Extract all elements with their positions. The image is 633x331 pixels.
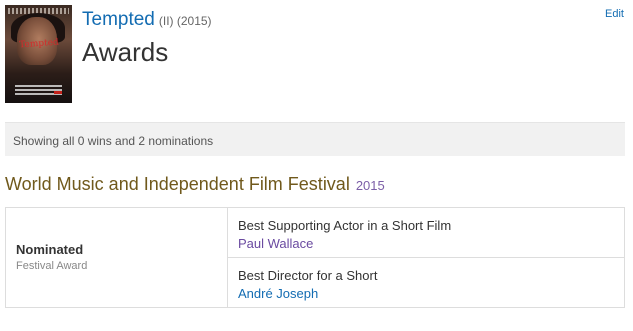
movie-title-meta: (II) (2015) xyxy=(158,14,212,28)
awards-table: Nominated Festival Award Best Supporting… xyxy=(5,207,625,308)
table-row: Nominated Festival Award Best Supporting… xyxy=(5,207,625,308)
award-cell: Best Supporting Actor in a Short Film Pa… xyxy=(227,207,625,258)
nominee-link[interactable]: André Joseph xyxy=(238,286,614,301)
festival-year-link[interactable]: 2015 xyxy=(356,178,385,193)
outcome-block: Nominated Festival Award xyxy=(16,242,87,272)
poster-red-accent xyxy=(54,91,62,94)
nominee-link[interactable]: Paul Wallace xyxy=(238,236,614,251)
festival-name[interactable]: World Music and Independent Film Festiva… xyxy=(5,174,350,194)
award-cell: Best Director for a Short André Joseph xyxy=(227,257,625,308)
movie-poster[interactable]: Tempted xyxy=(5,5,72,103)
outcome-cell: Nominated Festival Award xyxy=(5,207,228,308)
edit-link[interactable]: Edit xyxy=(605,8,624,20)
festival-heading: World Music and Independent Film Festiva… xyxy=(5,174,385,195)
page-title: Awards xyxy=(82,37,169,67)
title-line: Tempted (II) (2015) xyxy=(82,9,212,31)
award-category-name: Best Director for a Short xyxy=(238,268,378,283)
outcome-title: Nominated xyxy=(16,242,84,257)
outcome-category: Festival Award xyxy=(16,260,88,272)
summary-text: Showing all 0 wins and 2 nominations xyxy=(13,134,214,148)
summary-bar: Showing all 0 wins and 2 nominations xyxy=(5,122,625,156)
award-category-name: Best Supporting Actor in a Short Film xyxy=(238,218,452,233)
movie-title-link[interactable]: Tempted xyxy=(82,9,155,30)
